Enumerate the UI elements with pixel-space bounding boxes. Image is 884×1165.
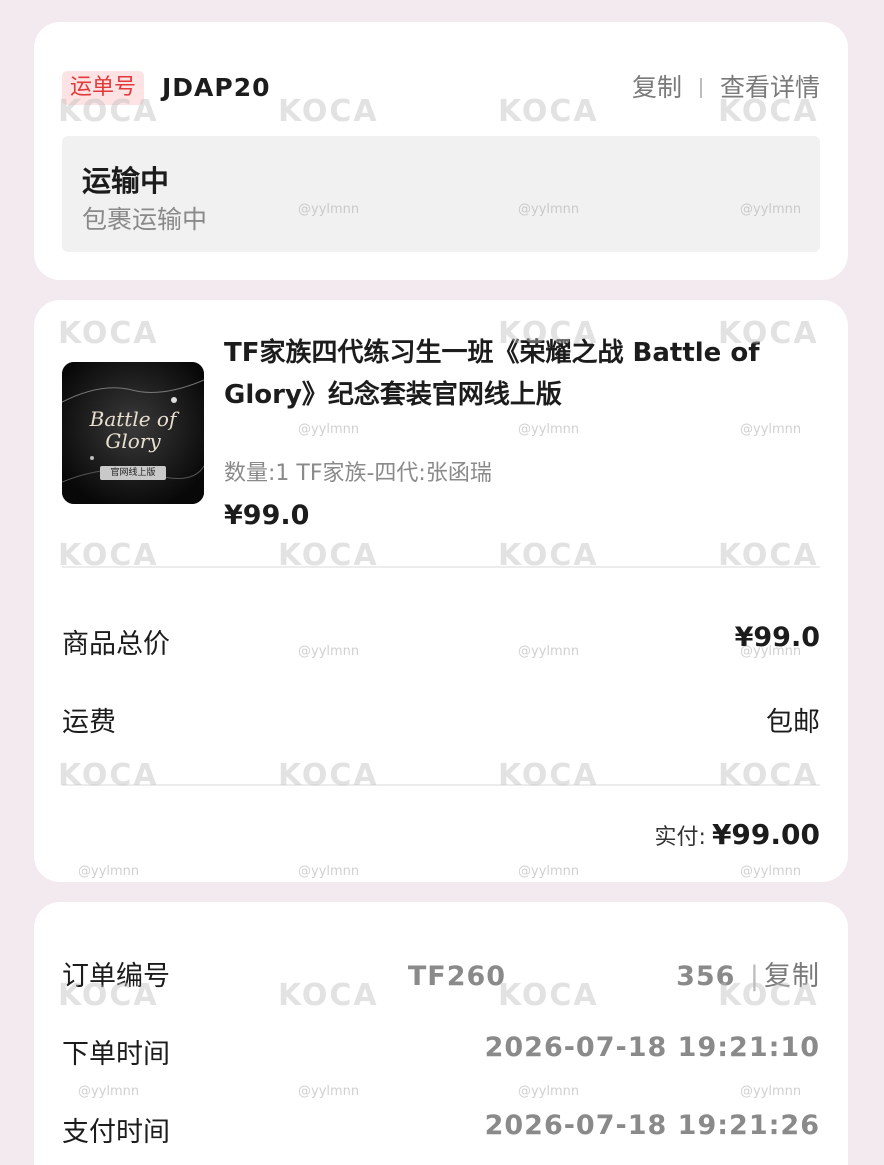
product-title[interactable]: TF家族四代练习生一班《荣耀之战 Battle of Glory》纪念套装官网线… [224, 332, 784, 416]
action-divider [699, 78, 702, 98]
order-time-value: 2026-07-18 19:21:10 [484, 1032, 820, 1063]
waybill-tag: 运单号 [62, 71, 145, 105]
view-details-button[interactable]: 查看详情 [720, 72, 820, 104]
shipping-fee-label: 运费 [62, 707, 116, 738]
status-title: 运输中 [82, 164, 170, 198]
status-subtitle: 包裹运输中 [82, 205, 208, 234]
payment-time-value: 2026-07-18 19:21:26 [484, 1110, 820, 1141]
subtotal-value: ¥99.0 [734, 622, 820, 653]
waybill-number: JDAP20 [162, 73, 271, 102]
amount-paid-label: 实付: [654, 825, 706, 850]
payment-time-label: 支付时间 [62, 1117, 170, 1148]
subtotal-label: 商品总价 [62, 629, 170, 660]
order-number-tail: 356 [676, 961, 736, 992]
order-number-row: TF260 356 | 复制 [407, 961, 820, 992]
waybill-actions: 复制 查看详情 [632, 72, 820, 104]
shipping-fee-value: 包邮 [766, 707, 820, 738]
cover-title: Battle of Glory [89, 407, 177, 453]
amount-paid: 实付: ¥99.00 [655, 818, 820, 851]
amount-paid-value: ¥99.00 [711, 818, 820, 851]
product-price: ¥99.0 [224, 500, 310, 531]
cover-badge: 官网线上版 [100, 466, 166, 480]
product-spec: 数量:1 TF家族-四代:张函瑞 [224, 461, 492, 486]
shipping-status-box[interactable]: 运输中 包裹运输中 [62, 136, 820, 252]
order-number-value: TF260 [407, 961, 507, 992]
copy-order-number-button[interactable]: 复制 [764, 961, 820, 992]
divider [62, 784, 820, 786]
copy-waybill-button[interactable]: 复制 [632, 72, 682, 104]
divider [62, 566, 820, 568]
order-time-label: 下单时间 [62, 1039, 170, 1070]
shipping-card: 运单号 JDAP20 复制 查看详情 运输中 包裹运输中 [34, 22, 848, 280]
order-number-label: 订单编号 [62, 961, 170, 992]
order-info-card: 订单编号 TF260 356 | 复制 下单时间 2026-07-18 19:21:… [34, 902, 848, 1165]
product-thumbnail[interactable]: Battle of Glory 官网线上版 [62, 362, 204, 504]
order-detail-page: 运单号 JDAP20 复制 查看详情 运输中 包裹运输中 Battle of G… [0, 0, 884, 1165]
product-card: Battle of Glory 官网线上版 TF家族四代练习生一班《荣耀之战 B… [34, 300, 848, 882]
